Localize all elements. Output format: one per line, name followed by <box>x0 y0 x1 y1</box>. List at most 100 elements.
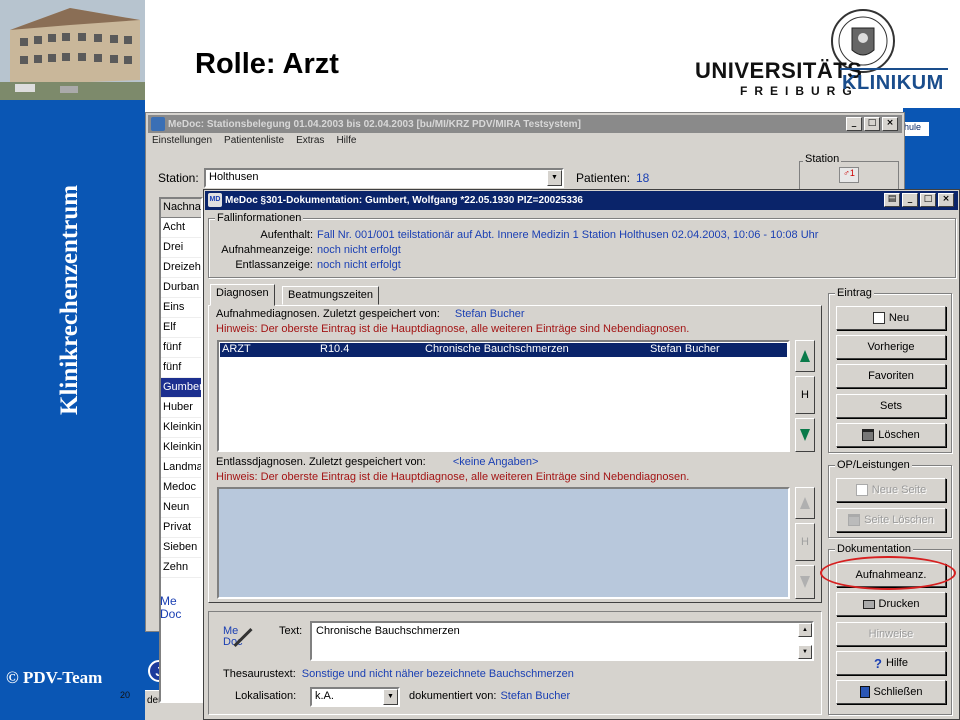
thesaurus-value: Sonstige und nicht näher bezeichnete Bau… <box>301 668 574 680</box>
entlass-value: noch nicht erfolgt <box>317 259 401 271</box>
tab-beatmungszeiten[interactable]: Beatmungszeiten <box>282 286 379 305</box>
neu-button[interactable]: Neu <box>836 306 946 330</box>
arrow-up-icon <box>800 350 810 362</box>
aufnahmediagnosen-label: Aufnahmediagnosen. Zuletzt gespeichert v… <box>216 308 440 320</box>
documentation-titlebar[interactable]: MD MeDoc §301-Dokumentation: Gumbert, Wo… <box>205 191 958 210</box>
close-button[interactable]: × <box>938 193 954 207</box>
minimize-button[interactable]: _ <box>902 193 918 207</box>
neue-seite-button: Neue Seite <box>836 478 946 502</box>
favoriten-button[interactable]: Favoriten <box>836 364 946 388</box>
text-label: Text: <box>279 625 303 637</box>
patient-list-item[interactable]: Zehn <box>161 558 201 578</box>
patient-list-item[interactable]: Kleinkind <box>161 418 201 438</box>
scroll-up-button[interactable]: ▲ <box>798 623 812 637</box>
medoc-app-icon <box>151 117 165 131</box>
maximize-button[interactable]: □ <box>864 117 880 131</box>
logo-line3: KLINIKUM <box>840 68 948 95</box>
patient-list-item[interactable]: Durban <box>161 278 201 298</box>
patient-list-item[interactable]: Kleinkind <box>161 438 201 458</box>
patient-list-item[interactable]: Dreizehn <box>161 258 201 278</box>
patient-list-item[interactable]: Sieben <box>161 538 201 558</box>
diagnosis-text-value: Chronische Bauchschmerzen <box>316 625 460 637</box>
minimize-button[interactable]: _ <box>846 117 862 131</box>
patient-list-item[interactable]: Gumbert <box>161 378 201 398</box>
aufenthalt-label: Aufenthalt: <box>260 229 313 241</box>
menu-extras[interactable]: Extras <box>296 135 324 146</box>
new-document-icon <box>855 484 868 496</box>
move-up-button-disabled <box>795 487 815 519</box>
diagnosis-code: R10.4 <box>320 343 350 355</box>
patient-list-item[interactable]: Elf <box>161 318 201 338</box>
entlassdiagnosen-user: <keine Angaben> <box>452 456 539 468</box>
eintrag-legend: Eintrag <box>835 287 874 299</box>
hauptdiagnose-button-disabled: H <box>795 523 815 561</box>
diagnosen-panel: Aufnahmediagnosen. Zuletzt gespeichert v… <box>208 305 822 603</box>
hinweise-button: Hinweise <box>836 622 946 646</box>
tab-diagnosen[interactable]: Diagnosen <box>210 284 275 306</box>
patient-list-item[interactable]: Landmann <box>161 458 201 478</box>
patient-list[interactable]: Nachname AchtDreiDreizehnDurbanEinsElffü… <box>159 197 203 703</box>
loeschen-button[interactable]: Löschen <box>836 423 946 447</box>
move-up-button[interactable] <box>795 340 815 372</box>
patient-list-item[interactable]: fünf <box>161 338 201 358</box>
documentation-title: MeDoc §301-Dokumentation: Gumbert, Wolfg… <box>225 195 583 206</box>
aufnahmediagnosen-table[interactable]: ARZT R10.4 Chronische Bauchschmerzen Ste… <box>217 340 790 452</box>
university-logo: UNIVERSITÄTS FREIBURG KLINIKUM <box>690 6 950 106</box>
hilfe-button[interactable]: ? Hilfe <box>836 651 946 675</box>
page-number: 20 <box>120 690 131 700</box>
documented-by-value: Stefan Bucher <box>500 690 571 702</box>
menu-einstellungen[interactable]: Einstellungen <box>152 135 212 146</box>
menu-patientenliste[interactable]: Patientenliste <box>224 135 284 146</box>
station-window-titlebar[interactable]: MeDoc: Stationsbelegung 01.04.2003 bis 0… <box>148 115 902 133</box>
station-select[interactable]: Holthusen ▼ <box>204 168 564 188</box>
drucken-button[interactable]: Drucken <box>836 592 946 616</box>
print-window-button[interactable]: ▤ <box>884 193 900 207</box>
patient-list-item[interactable]: Neun <box>161 498 201 518</box>
footer-team: © PDV-Team <box>6 668 103 687</box>
station-mini-icon[interactable]: ♂1 <box>839 167 859 183</box>
patient-list-item[interactable]: Eins <box>161 298 201 318</box>
patient-list-item[interactable]: Huber <box>161 398 201 418</box>
aufnahme-hint: Hinweis: Der oberste Eintrag ist die Hau… <box>216 323 690 335</box>
maximize-button[interactable]: □ <box>920 193 936 207</box>
move-down-button[interactable] <box>795 418 815 452</box>
patient-list-item[interactable]: Medoc <box>161 478 201 498</box>
diagnosis-user: Stefan Bucher <box>650 343 720 355</box>
entlassdiagnosen-label: Entlassdjagnosen. Zuletzt gespeichert vo… <box>216 456 426 468</box>
fallinfo-group: Fallinformationen Aufenthalt: Fall Nr. 00… <box>208 212 956 278</box>
menu-bar: Einstellungen Patientenliste Extras Hilf… <box>152 135 356 146</box>
diagnosis-text-field[interactable]: Chronische Bauchschmerzen ▲ ▼ <box>310 621 814 661</box>
lokalisation-select[interactable]: k.A. ▼ <box>310 687 400 707</box>
op-legend: OP/Leistungen <box>835 459 912 471</box>
patient-list-item[interactable]: Privat <box>161 518 201 538</box>
patient-list-header[interactable]: Nachname <box>161 199 201 218</box>
schliessen-button[interactable]: Schließen <box>836 680 946 704</box>
chevron-down-icon[interactable]: ▼ <box>547 170 562 186</box>
vorherige-button[interactable]: Vorherige <box>836 335 946 359</box>
chevron-down-icon[interactable]: ▼ <box>383 689 398 705</box>
aufnahme-value: noch nicht erfolgt <box>317 244 401 256</box>
sets-button[interactable]: Sets <box>836 394 946 418</box>
arrow-up-icon <box>800 497 810 509</box>
logo-line1: UNIVERSITÄTS <box>695 58 863 83</box>
diagnosis-type: ARZT <box>222 343 251 355</box>
new-document-icon <box>872 312 885 324</box>
desktop-fragment-label: hule <box>903 122 929 136</box>
table-row[interactable]: ARZT R10.4 Chronische Bauchschmerzen Ste… <box>220 343 787 357</box>
station-group: Station ♂1 <box>799 153 904 193</box>
detail-panel: Me Doc Text: Chronische Bauchschmerzen ▲… <box>208 611 822 715</box>
move-down-button-disabled <box>795 565 815 599</box>
aufnahmediagnosen-user: Stefan Bucher <box>454 308 525 320</box>
patient-list-item[interactable]: Acht <box>161 218 201 238</box>
medoc-logo: Me Doc <box>160 594 182 621</box>
scroll-down-button[interactable]: ▼ <box>798 645 812 659</box>
patient-list-item[interactable]: Drei <box>161 238 201 258</box>
close-button[interactable]: × <box>882 117 898 131</box>
printer-icon <box>862 599 875 609</box>
hauptdiagnose-button[interactable]: H <box>795 376 815 414</box>
building-photo <box>0 0 145 100</box>
entlassdiagnosen-table <box>217 487 790 599</box>
menu-hilfe[interactable]: Hilfe <box>336 135 356 146</box>
patient-list-item[interactable]: fünf <box>161 358 201 378</box>
station-select-value: Holthusen <box>209 171 259 183</box>
